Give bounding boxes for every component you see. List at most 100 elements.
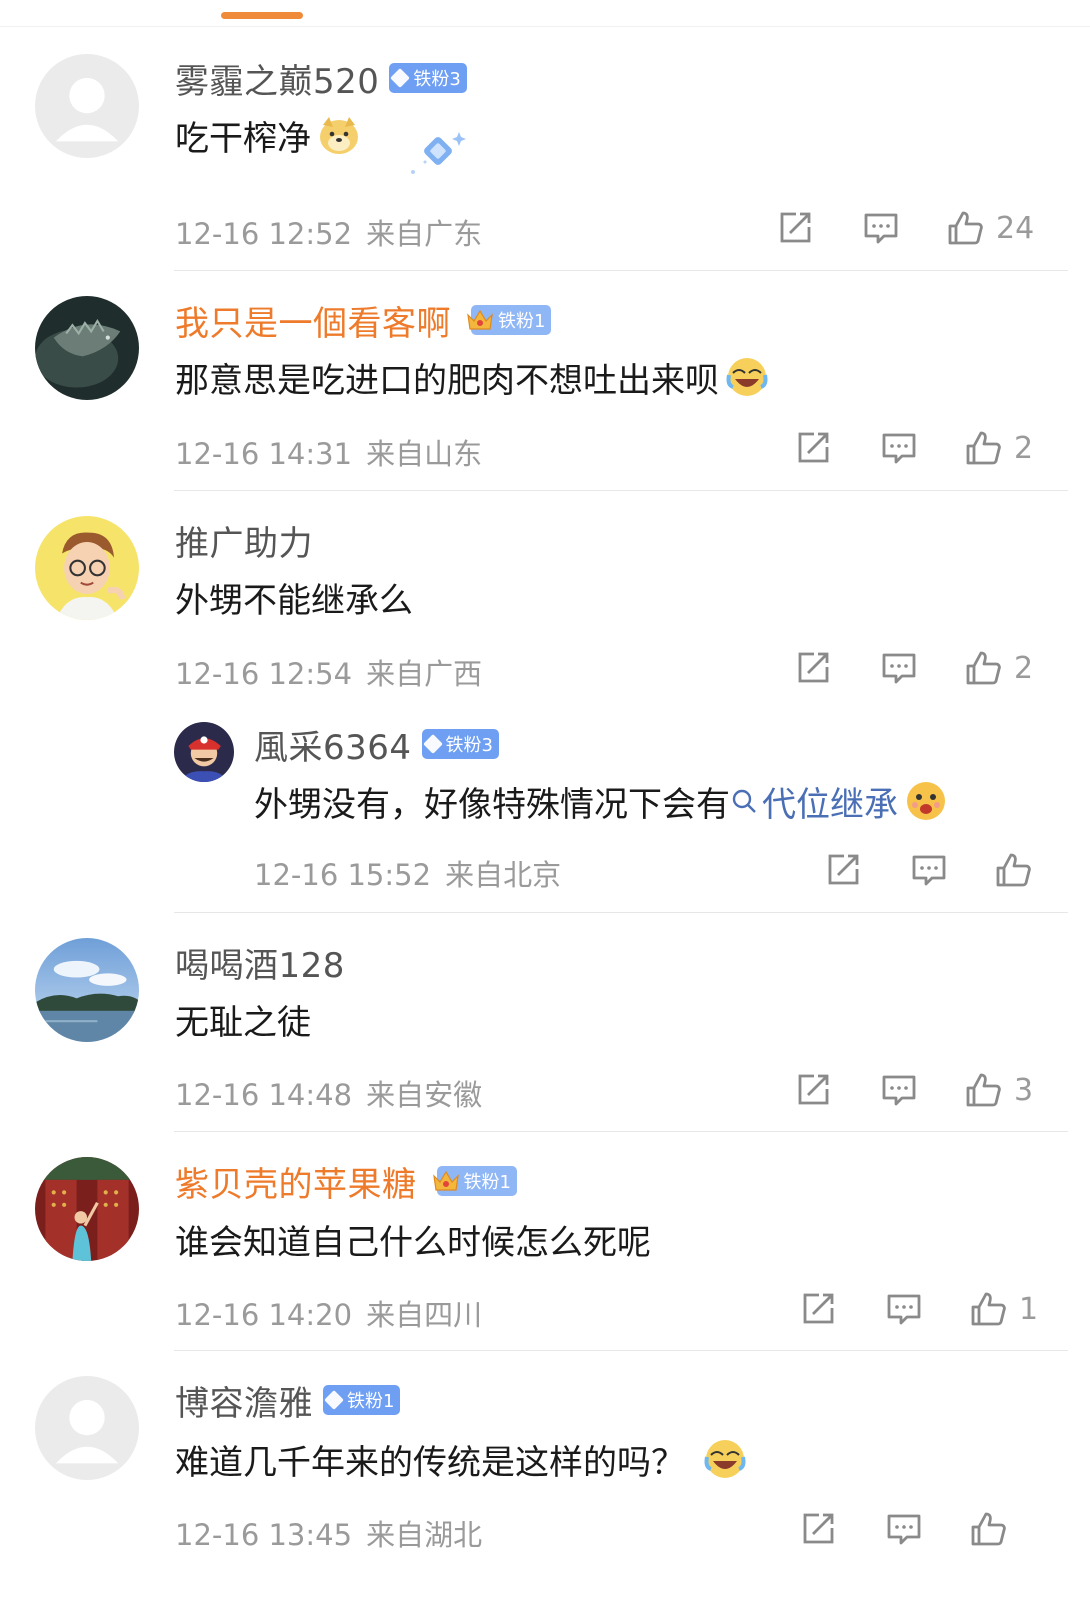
like-icon [948, 211, 983, 245]
like-icon [996, 853, 1031, 887]
avatar[interactable] [35, 516, 139, 620]
fan-badge[interactable]: 铁粉1 [323, 1385, 401, 1415]
comment-icon [887, 1294, 921, 1325]
comment-text: 外甥不能继承么 [175, 580, 413, 621]
like-icon [966, 431, 1001, 465]
comment-text: 谁会知道自己什么时候怎么死呢 [175, 1222, 651, 1263]
username[interactable]: 喝喝酒128 [175, 938, 345, 987]
username[interactable]: 紫贝壳的苹果糖 [175, 1157, 417, 1206]
comment-button[interactable] [885, 1290, 923, 1328]
avatar[interactable] [35, 296, 139, 400]
like-button[interactable]: 2 [964, 429, 1033, 467]
like-count: 2 [1014, 430, 1034, 466]
comment-location: 来自广东 [366, 217, 483, 251]
topic-link[interactable]: 代位继承 [730, 777, 898, 826]
fan-badge[interactable]: 铁粉3 [389, 63, 467, 93]
like-button[interactable]: 1 [969, 1290, 1038, 1328]
like-count: 2 [1014, 650, 1034, 686]
like-count: 3 [1014, 1072, 1034, 1108]
share-button[interactable] [799, 1290, 837, 1328]
divider [174, 1131, 1068, 1132]
comment-location: 来自北京 [445, 858, 562, 892]
comment-button[interactable] [880, 649, 918, 687]
crown-icon [432, 1170, 459, 1191]
comment-button[interactable] [910, 851, 948, 889]
emoji-icon [320, 117, 358, 154]
comment-location: 来自广西 [366, 657, 483, 691]
badge-label: 铁粉1 [347, 1391, 395, 1412]
comment-location: 来自安徽 [366, 1078, 483, 1112]
share-icon [798, 1074, 829, 1105]
comment-icon [882, 433, 916, 464]
share-button[interactable] [794, 649, 832, 687]
divider [174, 270, 1068, 271]
comment-location: 来自湖北 [366, 1518, 483, 1552]
comment-location: 来自四川 [366, 1298, 483, 1332]
username[interactable]: 風采6364 [254, 720, 412, 769]
like-button[interactable]: 3 [964, 1071, 1033, 1109]
emoji-icon [907, 782, 945, 820]
share-icon [798, 652, 829, 683]
badge-label: 铁粉1 [498, 311, 546, 332]
username[interactable]: 雾霾之巅520 [175, 54, 379, 103]
topic-link-label: 代位继承 [762, 784, 898, 825]
share-button[interactable] [824, 851, 862, 889]
share-button[interactable] [799, 1510, 837, 1548]
like-count: 1 [1019, 1291, 1039, 1327]
badge-label: 铁粉1 [463, 1172, 511, 1193]
share-icon [828, 854, 859, 885]
like-button[interactable]: 2 [964, 649, 1033, 687]
comment-time: 12-16 15:52 [254, 858, 432, 892]
comment-location: 来自山东 [366, 437, 483, 471]
comment-text: 难道几千年来的传统是这样的吗？ [175, 1442, 685, 1483]
sparkle-icon [411, 132, 466, 174]
fan-badge[interactable]: 铁粉1 [432, 1166, 517, 1196]
like-icon [971, 1512, 1006, 1546]
comment-text: 那意思是吃进口的肥肉不想吐出来呗 [175, 360, 719, 401]
comment-button[interactable] [880, 429, 918, 467]
comment-button[interactable] [880, 1071, 918, 1109]
top-divider [0, 26, 1090, 27]
comment-icon [864, 213, 898, 244]
share-button[interactable] [794, 429, 832, 467]
comment-icon [882, 1075, 916, 1106]
avatar[interactable] [35, 1157, 139, 1261]
comment-icon [912, 855, 946, 886]
username[interactable]: 博容澹雅 [175, 1376, 313, 1425]
divider [174, 490, 1068, 491]
share-icon [780, 212, 811, 243]
like-icon [966, 1073, 1001, 1107]
like-icon [966, 651, 1001, 685]
username[interactable]: 推广助力 [175, 516, 313, 565]
comment-time: 12-16 14:31 [175, 437, 353, 471]
share-button[interactable] [794, 1071, 832, 1109]
comment-text: 无耻之徒 [175, 1002, 311, 1043]
like-button[interactable] [994, 851, 1054, 889]
avatar[interactable] [35, 938, 139, 1042]
share-button[interactable] [776, 209, 814, 247]
emoji-icon [726, 358, 768, 396]
comment-time: 12-16 12:52 [175, 217, 353, 251]
username[interactable]: 我只是一個看客啊 [175, 296, 451, 345]
like-button[interactable] [969, 1510, 1029, 1548]
like-button[interactable]: 24 [946, 209, 1034, 247]
comment-time: 12-16 14:48 [175, 1078, 353, 1112]
avatar[interactable] [35, 1376, 139, 1480]
divider [174, 1350, 1068, 1351]
comment-text: 吃干榨净 [175, 118, 311, 159]
emoji-icon [704, 1440, 746, 1478]
share-icon [803, 1513, 834, 1544]
avatar[interactable] [174, 722, 234, 782]
badge-label: 铁粉3 [445, 735, 493, 756]
avatar[interactable] [35, 54, 139, 158]
gem-icon [390, 68, 411, 88]
comment-button[interactable] [862, 209, 900, 247]
fan-badge[interactable]: 铁粉3 [421, 729, 499, 759]
share-icon [798, 432, 829, 463]
comment-time: 12-16 12:54 [175, 657, 353, 691]
comment-icon [887, 1514, 921, 1545]
comment-time: 12-16 14:20 [175, 1298, 353, 1332]
divider [174, 912, 1068, 913]
comment-button[interactable] [885, 1510, 923, 1548]
fan-badge[interactable]: 铁粉1 [467, 305, 552, 335]
